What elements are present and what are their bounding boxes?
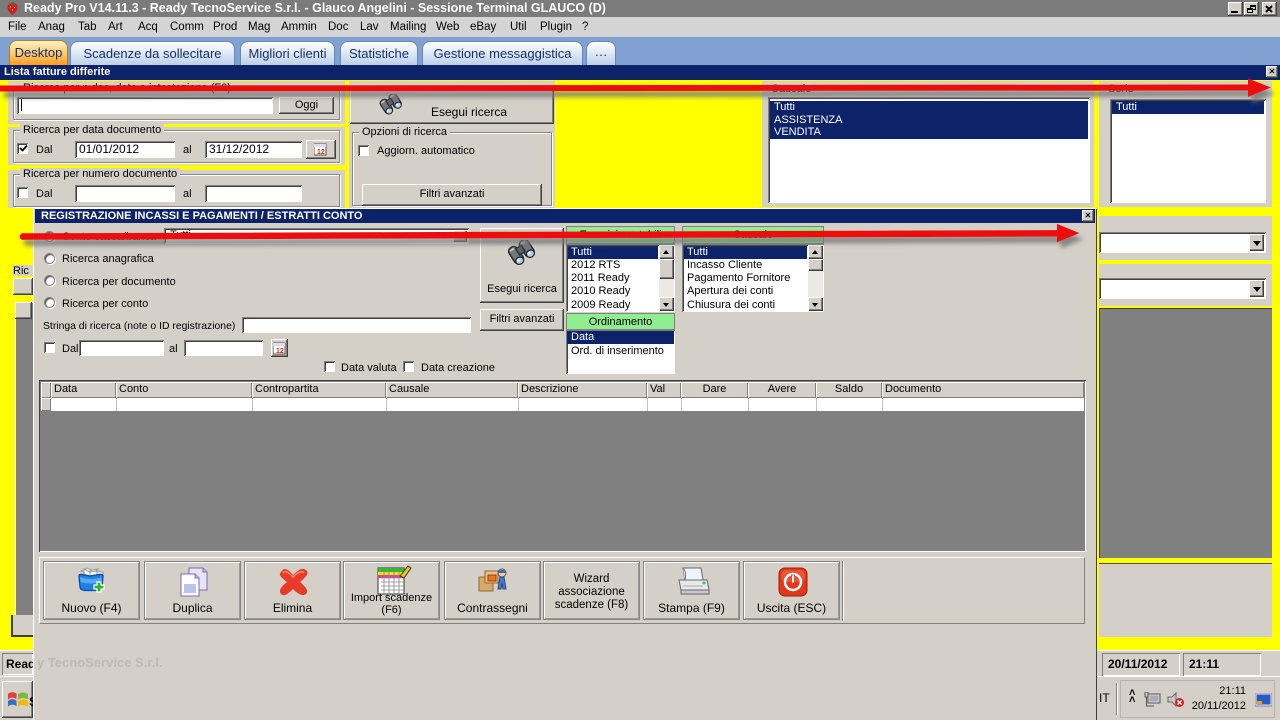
svg-text:12: 12 xyxy=(276,348,284,355)
svg-text:12: 12 xyxy=(317,149,325,156)
